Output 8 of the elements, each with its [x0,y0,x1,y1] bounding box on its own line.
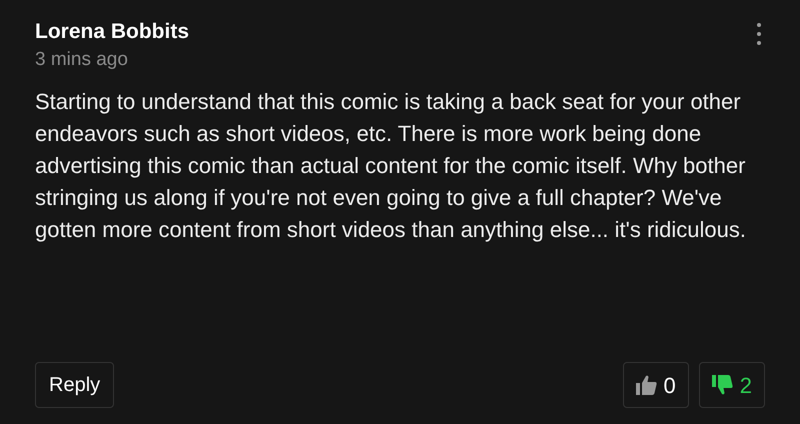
author-name: Lorena Bobbits [35,19,190,45]
dislike-button[interactable]: 2 [698,362,765,408]
thumbs-up-icon [636,375,658,395]
thumbs-down-icon [712,375,734,395]
comment-text: Starting to understand that this comic is taking a back seat for your other endeavors such as short videos, etc. There is more work being done advertising this comic than actual content for the comic itself. Why bother stringing us along if you're not even going to give a full chapter? We've gotten more content from short videos than anything else... it's ridiculous. [35,88,748,244]
timestamp: 3 mins ago [35,48,129,72]
reply-button[interactable]: Reply [35,362,114,408]
like-button[interactable]: 0 [622,362,689,408]
